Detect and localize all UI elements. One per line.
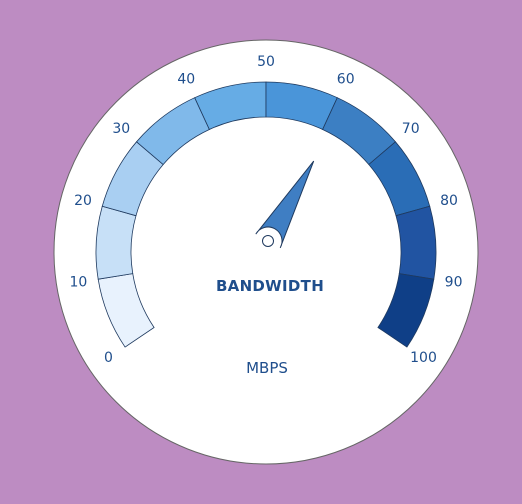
gauge-needle-hub bbox=[262, 235, 274, 247]
gauge-band-8 bbox=[395, 205, 437, 280]
tick-label-0: 0 bbox=[104, 350, 113, 366]
gauge-chart: 0 10 20 30 40 50 60 70 80 90 100 BANDWIDTH MBPS bbox=[0, 0, 522, 500]
tick-label-90: 90 bbox=[445, 274, 463, 290]
tick-label-20: 20 bbox=[74, 193, 92, 209]
tick-label-100: 100 bbox=[410, 350, 437, 366]
tick-label-30: 30 bbox=[112, 121, 130, 137]
gauge-unit-label: MBPS bbox=[246, 359, 288, 377]
tick-label-50: 50 bbox=[257, 54, 275, 70]
gauge-band-1 bbox=[95, 205, 137, 280]
tick-label-70: 70 bbox=[402, 121, 420, 137]
gauge-svg: 0 10 20 30 40 50 60 70 80 90 100 BANDWIDTH MBPS bbox=[53, 39, 479, 465]
gauge-title: BANDWIDTH bbox=[216, 277, 324, 295]
tick-label-40: 40 bbox=[177, 72, 195, 88]
tick-label-10: 10 bbox=[69, 274, 87, 290]
tick-label-60: 60 bbox=[337, 72, 355, 88]
tick-label-80: 80 bbox=[440, 193, 458, 209]
